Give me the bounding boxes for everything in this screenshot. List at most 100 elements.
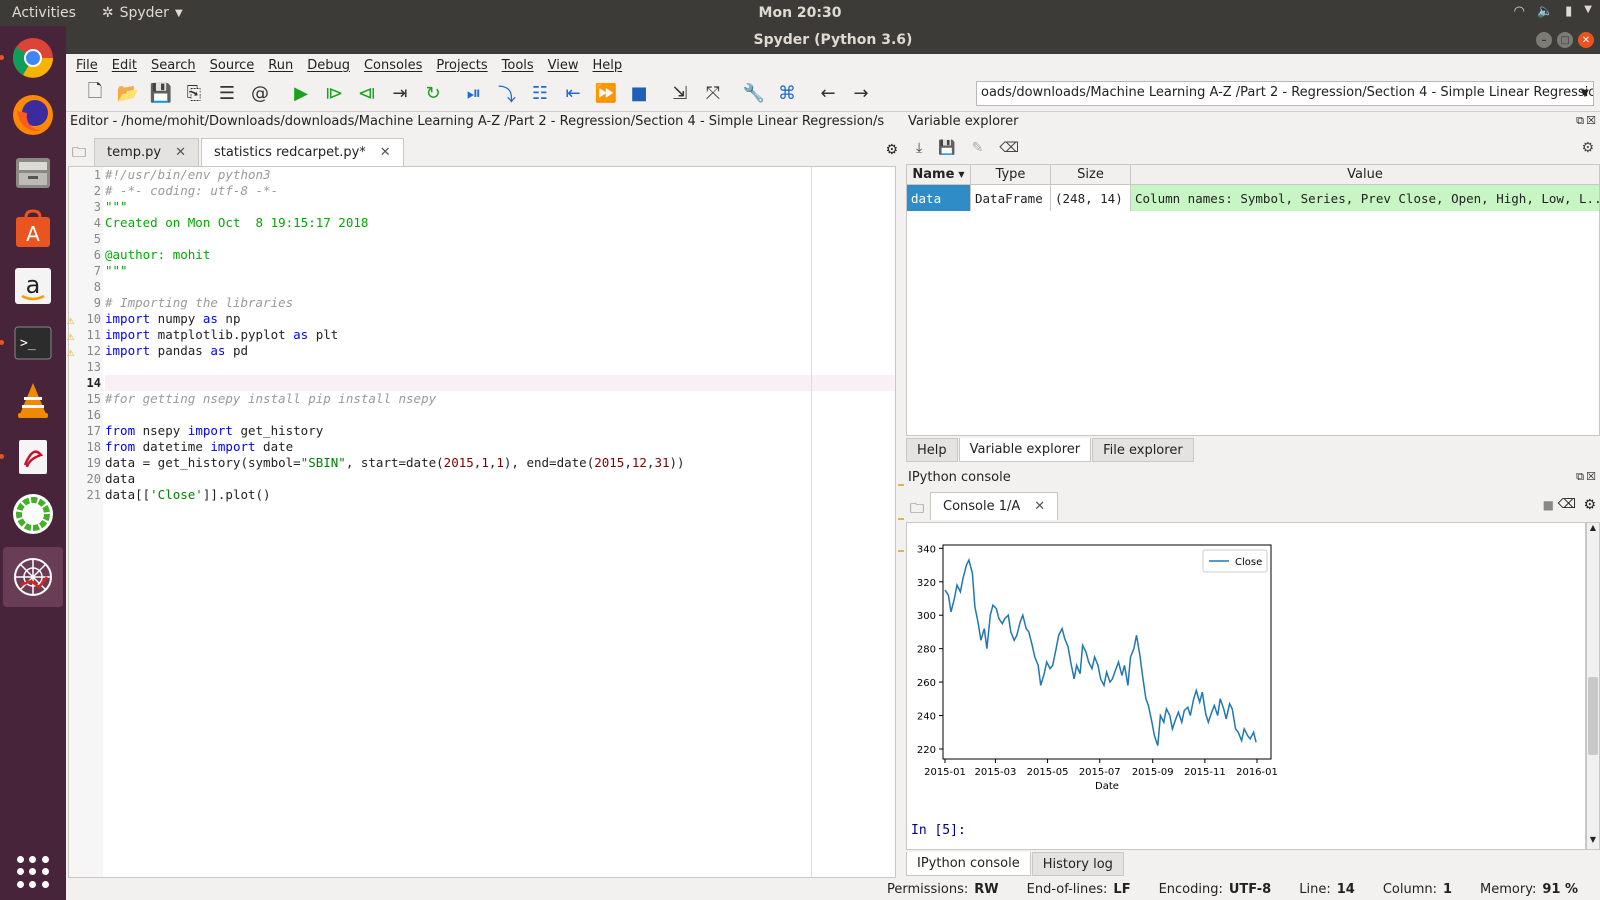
warning-icon[interactable]: ⚠: [67, 328, 74, 344]
step-icon[interactable]: ⤵: [494, 81, 520, 107]
save-data-icon[interactable]: 💾: [938, 140, 955, 156]
activities-button[interactable]: Activities: [12, 5, 76, 21]
variable-name[interactable]: data: [907, 185, 971, 211]
forward-arrow-icon[interactable]: →: [848, 81, 874, 107]
column-header-size[interactable]: Size: [1051, 165, 1131, 184]
back-arrow-icon[interactable]: ←: [815, 81, 841, 107]
system-tray[interactable]: ◠ 🔈 ▮ ▼: [1514, 4, 1592, 19]
debug-icon[interactable]: ⏯: [461, 81, 487, 107]
browse-tabs-icon[interactable]: 🗀: [72, 142, 86, 166]
remove-all-variables-icon[interactable]: ⌫: [999, 140, 1019, 156]
python-path-icon[interactable]: ⌘: [774, 81, 800, 107]
tab-file-explorer[interactable]: File explorer: [1092, 438, 1194, 462]
clear-console-icon[interactable]: ⌫: [1558, 497, 1576, 512]
minimize-icon[interactable]: –: [1536, 32, 1552, 48]
terminal-icon[interactable]: >_: [0, 319, 57, 367]
close-tab-icon[interactable]: ✕: [1034, 499, 1045, 514]
console-prompt[interactable]: In [5]:: [911, 823, 966, 838]
run-icon[interactable]: ▶: [288, 81, 314, 107]
import-data-icon[interactable]: ⤓: [916, 140, 922, 156]
console-output[interactable]: 220 240 260 280 300 320 340 2015-01 2015-03 2015-…: [906, 522, 1586, 850]
tab-console-1a[interactable]: Console 1/A ✕: [930, 492, 1059, 520]
column-header-type[interactable]: Type: [971, 165, 1051, 184]
menu-search[interactable]: Search: [151, 58, 196, 73]
document-viewer-icon[interactable]: [0, 433, 57, 481]
pane-splitter[interactable]: [896, 114, 904, 874]
software-center-icon[interactable]: A: [9, 205, 57, 253]
continue-icon[interactable]: ⏩: [593, 81, 619, 107]
close-pane-icon[interactable]: ☒: [1586, 470, 1596, 483]
show-applications-icon[interactable]: [17, 856, 49, 888]
variable-size[interactable]: (248, 14): [1051, 185, 1131, 211]
menu-source[interactable]: Source: [210, 58, 255, 73]
chevron-down-icon[interactable]: ▼: [1576, 82, 1594, 105]
firefox-icon[interactable]: [9, 91, 57, 139]
spyder-icon[interactable]: [3, 547, 63, 607]
open-file-icon[interactable]: 📂: [115, 81, 141, 107]
console-scrollbar[interactable]: ▲ ▼: [1586, 522, 1600, 850]
stop-icon[interactable]: ■: [626, 81, 652, 107]
browse-tabs-icon[interactable]: 🗀: [910, 498, 924, 522]
tab-ipython-console[interactable]: IPython console: [906, 852, 1031, 876]
wifi-icon[interactable]: ◠: [1514, 4, 1525, 19]
amazon-icon[interactable]: a: [9, 262, 57, 310]
clock[interactable]: Mon 20:30: [0, 5, 1600, 21]
volume-icon[interactable]: 🔈: [1537, 4, 1553, 19]
tab-variable-explorer[interactable]: Variable explorer: [958, 438, 1092, 462]
scroll-down-icon[interactable]: ▼: [1587, 835, 1599, 849]
table-row[interactable]: data DataFrame (248, 14) Column names: S…: [907, 185, 1599, 211]
tab-history-log[interactable]: History log: [1031, 852, 1124, 876]
chrome-icon[interactable]: [0, 34, 57, 82]
step-return-icon[interactable]: ⇤: [560, 81, 586, 107]
menu-file[interactable]: File: [76, 58, 98, 73]
working-directory-input[interactable]: oads/downloads/Machine Learning A-Z /Par…: [976, 81, 1594, 106]
close-icon[interactable]: ✕: [1578, 32, 1594, 48]
menu-view[interactable]: View: [548, 58, 579, 73]
options-gear-icon[interactable]: ⚙: [1583, 497, 1596, 513]
anaconda-icon[interactable]: [9, 490, 57, 538]
warning-icon[interactable]: ⚠: [67, 344, 74, 360]
code-area[interactable]: #!/usr/bin/env python3 # -*- coding: utf…: [105, 167, 895, 877]
menu-edit[interactable]: Edit: [112, 58, 137, 73]
warning-icon[interactable]: ⚠: [67, 312, 74, 328]
save-icon[interactable]: 💾: [148, 81, 174, 107]
save-data-as-icon[interactable]: ✎: [972, 140, 984, 156]
run-cell-advance-icon[interactable]: ⧏: [354, 81, 380, 107]
outline-icon[interactable]: ☰: [214, 81, 240, 107]
menu-run[interactable]: Run: [268, 58, 293, 73]
chevron-down-icon[interactable]: ▼: [1584, 4, 1592, 19]
undock-icon[interactable]: ⧉: [1576, 114, 1584, 128]
close-tab-icon[interactable]: ✕: [175, 145, 186, 160]
options-gear-icon[interactable]: ⚙: [1581, 140, 1594, 156]
scrollbar-thumb[interactable]: [1588, 677, 1598, 755]
menu-projects[interactable]: Projects: [436, 58, 487, 73]
menu-help[interactable]: Help: [593, 58, 623, 73]
run-selection-icon[interactable]: ⇥: [387, 81, 413, 107]
column-header-value[interactable]: Value: [1131, 165, 1599, 184]
code-editor[interactable]: 1 2 3 4 5 6 7 8 9 ⚠ 10 ⚠ 11 ⚠ 12 13 14 15 1…: [67, 166, 896, 878]
battery-icon[interactable]: ▮: [1565, 4, 1572, 19]
fullscreen-icon[interactable]: ⤧: [700, 81, 726, 107]
variable-value[interactable]: Column names: Symbol, Series, Prev Close…: [1131, 185, 1599, 211]
rerun-icon[interactable]: ↻: [420, 81, 446, 107]
tab-help[interactable]: Help: [906, 438, 958, 462]
menu-consoles[interactable]: Consoles: [364, 58, 422, 73]
undock-icon[interactable]: ⧉: [1576, 470, 1584, 484]
preferences-icon[interactable]: 🔧: [741, 81, 767, 107]
menu-tools[interactable]: Tools: [502, 58, 534, 73]
column-header-name[interactable]: Name ▼: [907, 165, 971, 184]
app-menu[interactable]: ✲ Spyder ▼: [102, 5, 183, 21]
menu-debug[interactable]: Debug: [307, 58, 350, 73]
at-icon[interactable]: @: [247, 81, 273, 107]
run-cell-icon[interactable]: ⧐: [321, 81, 347, 107]
variable-type[interactable]: DataFrame: [971, 185, 1051, 211]
vlc-icon[interactable]: [9, 376, 57, 424]
save-all-icon[interactable]: ⎘: [181, 81, 207, 107]
step-into-icon[interactable]: ☷: [527, 81, 553, 107]
scroll-up-icon[interactable]: ▲: [1587, 523, 1599, 537]
stop-kernel-icon[interactable]: ■: [1543, 498, 1554, 512]
maximize-icon[interactable]: □: [1557, 32, 1573, 48]
close-pane-icon[interactable]: ☒: [1586, 114, 1596, 127]
files-icon[interactable]: [9, 148, 57, 196]
maximize-pane-icon[interactable]: ⇲: [667, 81, 693, 107]
